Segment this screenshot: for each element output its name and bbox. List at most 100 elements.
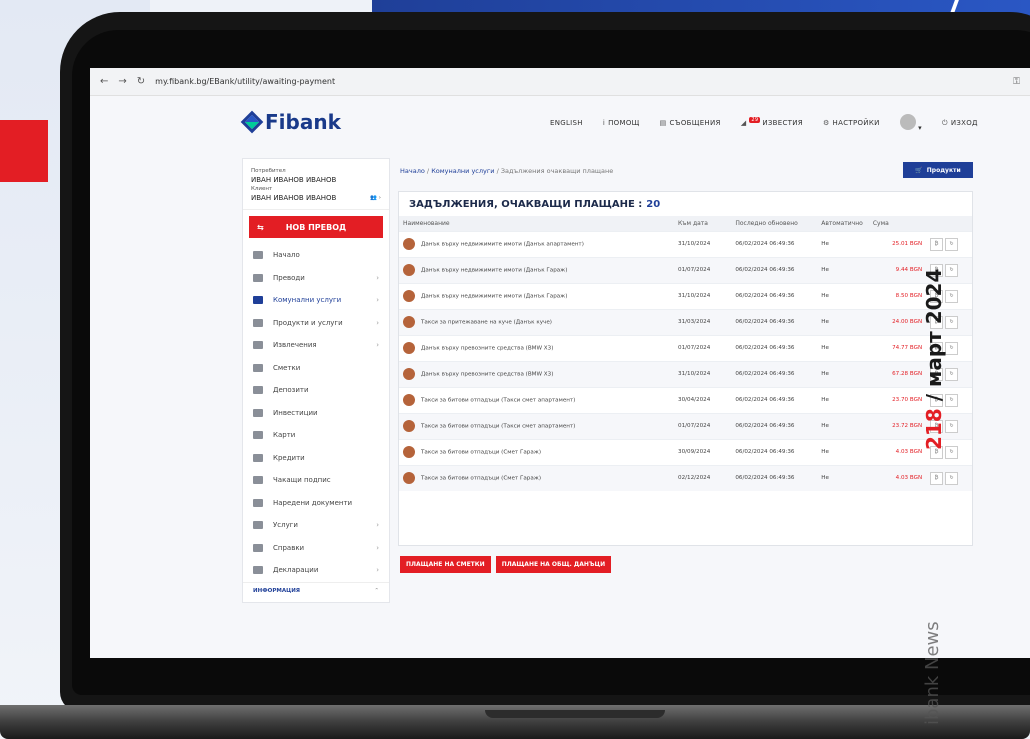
obligations-table: Наименование Към дата Последно обновено … (399, 216, 972, 491)
bill-icon (403, 368, 415, 380)
nav-english[interactable]: ENGLISH (550, 119, 583, 127)
table-row[interactable]: Такси за битови отпадъци (Такси смет апа… (399, 386, 972, 413)
sidebar-item[interactable]: Кредити (243, 447, 389, 470)
menu-icon (253, 476, 263, 485)
back-icon[interactable]: ← (100, 76, 108, 87)
menu-icon (253, 251, 263, 260)
megaphone-icon: ◢ (740, 119, 747, 127)
key-icon[interactable]: ⚿ (1013, 77, 1020, 87)
info-section[interactable]: ИНФОРМАЦИЯ ⌃ (243, 581, 389, 600)
table-row[interactable]: Такси за битови отпадъци (Смет Гараж) 30/… (399, 438, 972, 465)
news-label: ibank News (922, 621, 943, 725)
sidebar-item[interactable]: Чакащи подпис (243, 469, 389, 492)
sidebar-item[interactable]: Продукти и услуги › (243, 312, 389, 335)
issue-label: 218 / март 2024 (922, 268, 946, 450)
col-name: Наименование (399, 216, 675, 231)
app-header: Fibank ENGLISH i ПОМОЩ ▤ СЪОБЩЕНИЯ ◢ 29 ИЗВЕ… (90, 96, 1030, 142)
bill-icon (403, 264, 415, 276)
sidebar-item[interactable]: Наредени документи (243, 492, 389, 515)
laptop-screen: ← → ↻ my.fibank.bg/EBank/utility/awaitin… (90, 68, 1030, 658)
bill-icon (403, 316, 415, 328)
table-row[interactable]: Данък върху превозните средства (BMW X3)… (399, 360, 972, 387)
col-updated: Последно обновено (731, 216, 818, 231)
bill-icon (403, 342, 415, 354)
table-row[interactable]: Данък върху недвижимите имоти (Данък Гар… (399, 256, 972, 283)
breadcrumb: Начало / Комунални услуги / Задължения о… (400, 167, 614, 175)
sidebar-item[interactable]: Депозити (243, 379, 389, 402)
col-amount: Сума (868, 216, 927, 231)
menu-icon (253, 431, 263, 440)
table-header-row: Наименование Към дата Последно обновено … (399, 216, 972, 231)
nav-messages[interactable]: ▤ СЪОБЩЕНИЯ (660, 119, 721, 127)
menu-icon (253, 386, 263, 395)
panel-title: ЗАДЪЛЖЕНИЯ, ОЧАКВАЩИ ПЛАЩАНЕ :20 (409, 198, 661, 210)
menu-icon (253, 296, 263, 305)
client-switch-icon[interactable]: 👥 › (370, 194, 381, 203)
sidebar-item[interactable]: Инвестиции (243, 402, 389, 425)
menu-icon (253, 498, 263, 507)
refresh-icon[interactable]: ↻ (945, 237, 959, 251)
sidebar-item[interactable]: Преводи › (243, 267, 389, 290)
refresh-icon[interactable]: ↻ (945, 471, 959, 485)
sidebar: Потребител ИВАН ИВАНОВ ИВАНОВ Клиент ИВА… (242, 158, 390, 603)
sidebar-item[interactable]: Справки › (243, 537, 389, 560)
top-nav: ENGLISH i ПОМОЩ ▤ СЪОБЩЕНИЯ ◢ 29 ИЗВЕСТИЯ ⚙ Н… (550, 114, 978, 132)
obligations-panel: ЗАДЪЛЖЕНИЯ, ОЧАКВАЩИ ПЛАЩАНЕ :20 Наимено… (398, 191, 973, 546)
pay-icon[interactable]: ₿ (930, 237, 944, 251)
bill-icon (403, 394, 415, 406)
menu-icon (253, 566, 263, 575)
table-row[interactable]: Данък върху недвижимите имоти (Данък апа… (399, 230, 972, 257)
sidebar-item[interactable]: Услуги › (243, 514, 389, 537)
main-content: Начало / Комунални услуги / Задължения о… (395, 158, 980, 603)
power-icon: ⏻ (941, 118, 948, 127)
nav-notifications[interactable]: ◢ 29 ИЗВЕСТИЯ (740, 117, 803, 127)
forward-icon[interactable]: → (118, 76, 126, 87)
laptop-notch (485, 710, 665, 718)
reload-icon[interactable]: ↻ (137, 76, 145, 87)
table-row[interactable]: Такси за притежаване на куче (Данък куче… (399, 308, 972, 335)
nav-settings[interactable]: ⚙ НАСТРОЙКИ (823, 119, 880, 127)
col-auto: Автоматично (817, 216, 869, 231)
avatar-icon (899, 114, 916, 130)
info-icon: i (602, 119, 606, 127)
pay-taxes-button[interactable]: ПЛАЩАНЕ НА ОБЩ. ДАНЪЦИ (495, 556, 612, 573)
breadcrumb-section[interactable]: Комунални услуги (431, 167, 494, 175)
products-button[interactable]: 🛒 Продукти (903, 162, 973, 178)
menu-icon (253, 341, 263, 350)
sidebar-item[interactable]: Сметки (243, 357, 389, 380)
browser-address-bar: ← → ↻ my.fibank.bg/EBank/utility/awaitin… (90, 68, 1030, 96)
bill-icon (403, 446, 415, 458)
bill-icon (403, 238, 415, 250)
menu-icon (253, 453, 263, 462)
message-icon: ▤ (659, 119, 667, 127)
table-row[interactable]: Данък върху превозните средства (BMW X3)… (399, 334, 972, 361)
nav-logout[interactable]: ⏻ ИЗХОД (942, 119, 978, 128)
user-avatar[interactable]: ▾ (899, 114, 922, 132)
user-info: Потребител ИВАН ИВАНОВ ИВАНОВ Клиент ИВА… (243, 159, 389, 210)
gear-icon: ⚙ (822, 119, 830, 127)
table-row[interactable]: Данък върху недвижимите имоти (Данък Гар… (399, 282, 972, 309)
fibank-logo[interactable]: Fibank (240, 110, 341, 134)
menu-icon (253, 408, 263, 417)
menu-icon (253, 363, 263, 372)
fibank-logo-icon (240, 110, 264, 134)
menu-icon (253, 273, 263, 282)
bill-icon (403, 290, 415, 302)
breadcrumb-home[interactable]: Начало (400, 167, 425, 175)
pay-bills-button[interactable]: ПЛАЩАНЕ НА СМЕТКИ (400, 556, 491, 573)
obligations-count: 20 (646, 198, 661, 210)
new-transfer-button[interactable]: ⇆ НОВ ПРЕВОД (249, 216, 383, 238)
bill-icon (403, 420, 415, 432)
table-row[interactable]: Такси за битови отпадъци (Смет Гараж) 02/… (399, 464, 972, 491)
sidebar-item[interactable]: Комунални услуги › (243, 289, 389, 312)
sidebar-item[interactable]: Декларации › (243, 559, 389, 582)
breadcrumb-current: Задължения очакващи плащане (500, 167, 614, 175)
menu-icon (253, 543, 263, 552)
pay-icon[interactable]: ₿ (930, 471, 944, 485)
sidebar-item[interactable]: Начало (243, 244, 389, 267)
table-row[interactable]: Такси за битови отпадъци (Такси смет апа… (399, 412, 972, 439)
sidebar-item[interactable]: Извлечения › (243, 334, 389, 357)
sidebar-item[interactable]: Карти (243, 424, 389, 447)
url-field[interactable]: my.fibank.bg/EBank/utility/awaiting-paym… (155, 77, 335, 86)
nav-help[interactable]: i ПОМОЩ (603, 119, 640, 127)
